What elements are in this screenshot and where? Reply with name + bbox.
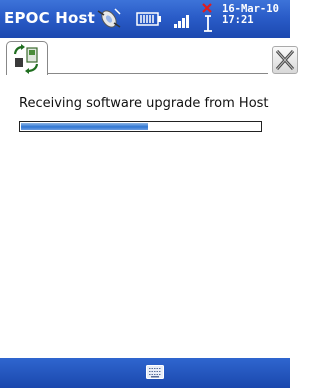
signal-strength-icon[interactable]: [173, 8, 193, 30]
sync-arrows-icon: [13, 44, 39, 74]
title-bar: EPOC Host 16-Mar-10 17:21: [0, 0, 290, 38]
progress-fill: [21, 123, 148, 130]
close-button[interactable]: [272, 46, 298, 74]
battery-icon[interactable]: [136, 10, 162, 28]
keyboard-icon[interactable]: [146, 365, 164, 379]
connectivity-icon[interactable]: [95, 5, 123, 33]
tab-divider: [48, 73, 268, 74]
app-title[interactable]: EPOC Host: [4, 9, 95, 27]
status-text: Receiving software upgrade from Host: [19, 96, 269, 111]
close-icon: [275, 50, 295, 70]
tab-software-upgrade[interactable]: [6, 41, 48, 75]
soft-key-bar: [0, 358, 290, 388]
time-text: 17:21: [222, 14, 254, 26]
antenna-no-signal-icon[interactable]: [198, 1, 218, 33]
upgrade-progress-bar: [19, 121, 262, 132]
date-time[interactable]: 16-Mar-10 17:21: [222, 4, 279, 26]
